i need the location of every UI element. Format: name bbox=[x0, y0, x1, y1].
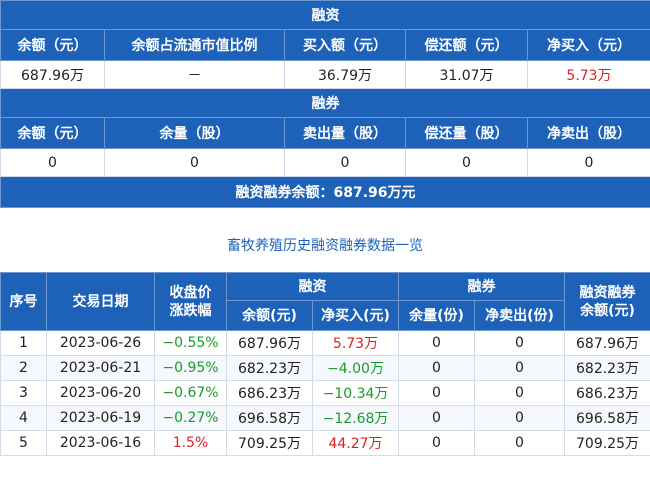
row-date: 2023-06-20 bbox=[46, 380, 155, 406]
history-header-sec-net-sell: 净卖出(份) bbox=[474, 300, 565, 331]
row-total: 682.23万 bbox=[564, 355, 650, 381]
row-index: 2 bbox=[0, 355, 47, 381]
history-table: 序号 交易日期 收盘价涨跌幅 融资 融券 融资融券余额(元) 余额(元) 净买入… bbox=[0, 272, 650, 456]
row-fin-balance: 709.25万 bbox=[226, 430, 313, 456]
financing-header-repay: 偿还额（元） bbox=[405, 29, 528, 61]
row-fin-net-buy: −10.34万 bbox=[312, 380, 399, 406]
securities-header-net-sell: 净卖出（股） bbox=[526, 117, 650, 149]
row-change: 1.5% bbox=[154, 430, 227, 456]
row-fin-balance: 686.23万 bbox=[226, 380, 313, 406]
financing-header-net-buy: 净买入（元） bbox=[526, 29, 650, 61]
row-change: −0.55% bbox=[154, 330, 227, 356]
row-total: 696.58万 bbox=[564, 405, 650, 431]
row-sec-net-sell: 0 bbox=[474, 430, 565, 456]
securities-section-bar: 融券 bbox=[0, 88, 650, 118]
financing-balance-value: 687.96万 bbox=[0, 60, 105, 89]
financing-header-buy: 买入额（元） bbox=[284, 29, 406, 61]
securities-header-volume: 余量（股） bbox=[104, 117, 285, 149]
history-header-change: 收盘价涨跌幅 bbox=[154, 272, 227, 331]
row-fin-balance: 682.23万 bbox=[226, 355, 313, 381]
row-fin-net-buy: −4.00万 bbox=[312, 355, 399, 381]
total-balance-bar: 融资融券余额：687.96万元 bbox=[0, 176, 650, 208]
history-header-index: 序号 bbox=[0, 272, 47, 331]
securities-header-repay: 偿还量（股） bbox=[405, 117, 528, 149]
table-row: 1 2023-06-26 −0.55% 687.96万 5.73万 0 0 68… bbox=[0, 330, 650, 356]
securities-header-balance: 余额（元） bbox=[0, 117, 105, 149]
financing-header-balance: 余额（元） bbox=[0, 29, 105, 61]
history-header-change-text: 收盘价涨跌幅 bbox=[169, 284, 212, 319]
row-change: −0.95% bbox=[154, 355, 227, 381]
row-sec-net-sell: 0 bbox=[474, 380, 565, 406]
row-date: 2023-06-16 bbox=[46, 430, 155, 456]
row-total: 687.96万 bbox=[564, 330, 650, 356]
row-sec-net-sell: 0 bbox=[474, 330, 565, 356]
row-total: 709.25万 bbox=[564, 430, 650, 456]
row-sec-volume: 0 bbox=[398, 380, 475, 406]
row-fin-net-buy: 5.73万 bbox=[312, 330, 399, 356]
financing-section-title: 融资 bbox=[0, 0, 650, 30]
financing-repay-value: 31.07万 bbox=[405, 60, 528, 89]
history-header-securities-group: 融券 bbox=[398, 272, 565, 301]
history-header-fin-balance: 余额(元) bbox=[226, 300, 313, 331]
row-index: 4 bbox=[0, 405, 47, 431]
history-header-fin-net-buy: 净买入(元) bbox=[312, 300, 399, 331]
margin-summary-table: 融资 余额（元） 余额占流通市值比例 买入额（元） 偿还额（元） 净买入（元） … bbox=[0, 0, 650, 208]
financing-net-buy-value: 5.73万 bbox=[526, 60, 650, 89]
history-header-total: 融资融券余额(元) bbox=[564, 272, 650, 331]
row-sec-volume: 0 bbox=[398, 330, 475, 356]
row-fin-net-buy: 44.27万 bbox=[312, 430, 399, 456]
securities-net-sell-value: 0 bbox=[526, 148, 650, 177]
securities-header-sell: 卖出量（股） bbox=[284, 117, 406, 149]
row-sec-volume: 0 bbox=[398, 430, 475, 456]
financing-value-row: 687.96万 － 36.79万 31.07万 5.73万 bbox=[0, 60, 650, 89]
row-sec-net-sell: 0 bbox=[474, 405, 565, 431]
financing-header-row: 余额（元） 余额占流通市值比例 买入额（元） 偿还额（元） 净买入（元） bbox=[0, 29, 650, 61]
row-fin-balance: 687.96万 bbox=[226, 330, 313, 356]
history-header-date: 交易日期 bbox=[46, 272, 155, 331]
history-header-total-text: 融资融券余额(元) bbox=[579, 284, 636, 319]
row-index: 5 bbox=[0, 430, 47, 456]
securities-repay-value: 0 bbox=[405, 148, 528, 177]
row-index: 1 bbox=[0, 330, 47, 356]
row-date: 2023-06-21 bbox=[46, 355, 155, 381]
securities-sell-value: 0 bbox=[284, 148, 406, 177]
table-row: 3 2023-06-20 −0.67% 686.23万 −10.34万 0 0 … bbox=[0, 380, 650, 406]
row-date: 2023-06-26 bbox=[46, 330, 155, 356]
row-change: −0.27% bbox=[154, 405, 227, 431]
row-sec-volume: 0 bbox=[398, 405, 475, 431]
table-row: 5 2023-06-16 1.5% 709.25万 44.27万 0 0 709… bbox=[0, 430, 650, 456]
securities-balance-value: 0 bbox=[0, 148, 105, 177]
financing-buy-value: 36.79万 bbox=[284, 60, 406, 89]
financing-section-bar: 融资 bbox=[0, 0, 650, 30]
row-date: 2023-06-19 bbox=[46, 405, 155, 431]
history-caption: 畜牧养殖历史融资融券数据一览 bbox=[227, 238, 423, 254]
history-header-row-top: 序号 交易日期 收盘价涨跌幅 融资 融券 融资融券余额(元) bbox=[0, 272, 650, 331]
table-row: 4 2023-06-19 −0.27% 696.58万 −12.68万 0 0 … bbox=[0, 405, 650, 431]
history-header-financing-group: 融资 bbox=[226, 272, 399, 301]
row-fin-balance: 696.58万 bbox=[226, 405, 313, 431]
securities-header-row: 余额（元） 余量（股） 卖出量（股） 偿还量（股） 净卖出（股） bbox=[0, 117, 650, 149]
row-sec-net-sell: 0 bbox=[474, 355, 565, 381]
row-change: −0.67% bbox=[154, 380, 227, 406]
table-row: 2 2023-06-21 −0.95% 682.23万 −4.00万 0 0 6… bbox=[0, 355, 650, 381]
financing-ratio-value: － bbox=[104, 60, 285, 89]
securities-section-title: 融券 bbox=[0, 88, 650, 118]
securities-volume-value: 0 bbox=[104, 148, 285, 177]
history-header-sec-volume: 余量(份) bbox=[398, 300, 475, 331]
financing-header-ratio: 余额占流通市值比例 bbox=[104, 29, 285, 61]
row-total: 686.23万 bbox=[564, 380, 650, 406]
securities-value-row: 0 0 0 0 0 bbox=[0, 148, 650, 177]
row-index: 3 bbox=[0, 380, 47, 406]
total-balance-label: 融资融券余额：687.96万元 bbox=[0, 176, 650, 208]
row-fin-net-buy: −12.68万 bbox=[312, 405, 399, 431]
row-sec-volume: 0 bbox=[398, 355, 475, 381]
